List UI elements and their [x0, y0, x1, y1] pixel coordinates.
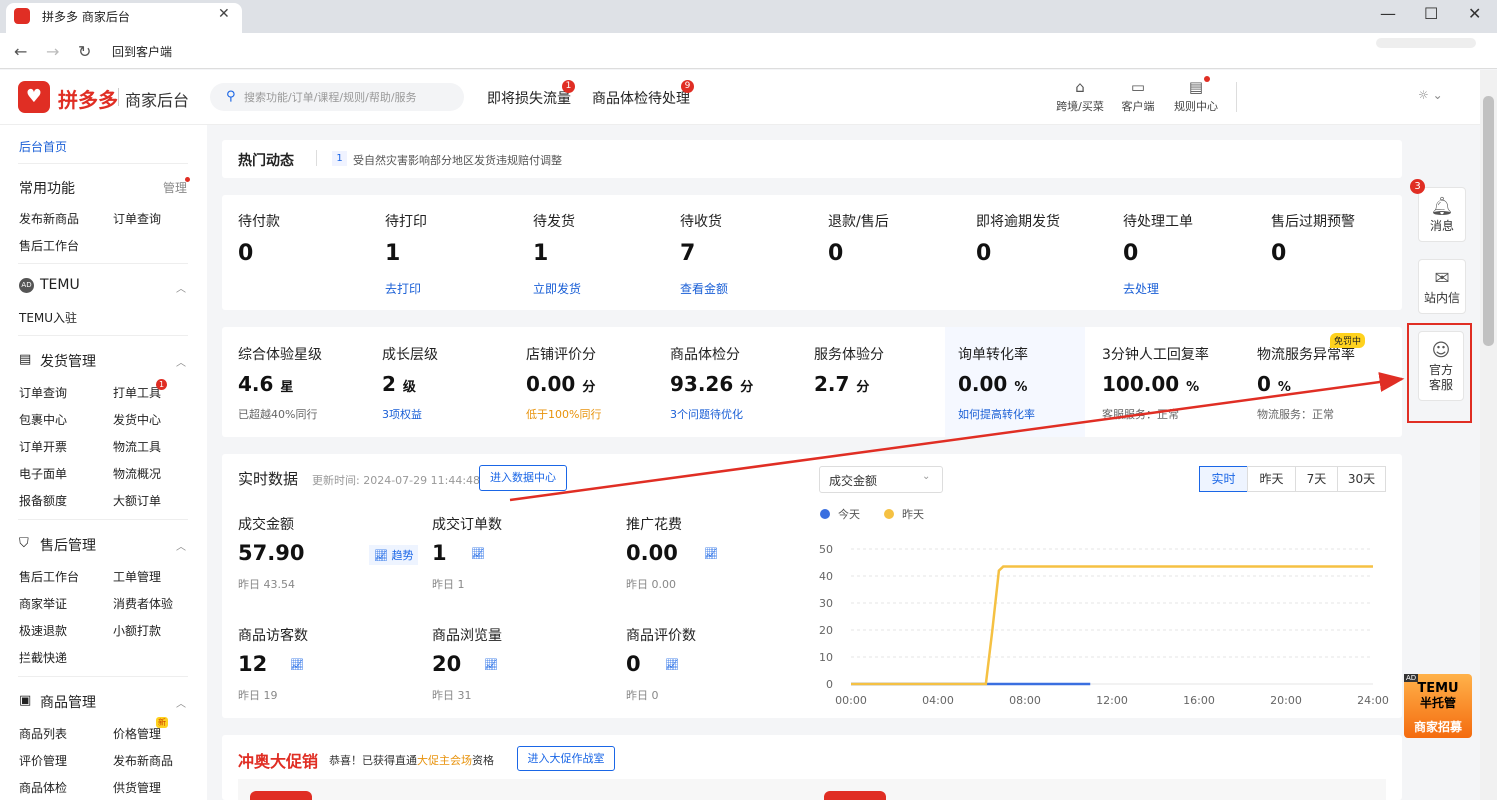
temu-ad-line1: TEMU: [1417, 681, 1459, 696]
annotation-arrow: [509, 372, 1405, 502]
temu-ad-line3: 商家招募: [1413, 720, 1462, 734]
temu-ad-line2: 半托管: [1419, 696, 1456, 710]
